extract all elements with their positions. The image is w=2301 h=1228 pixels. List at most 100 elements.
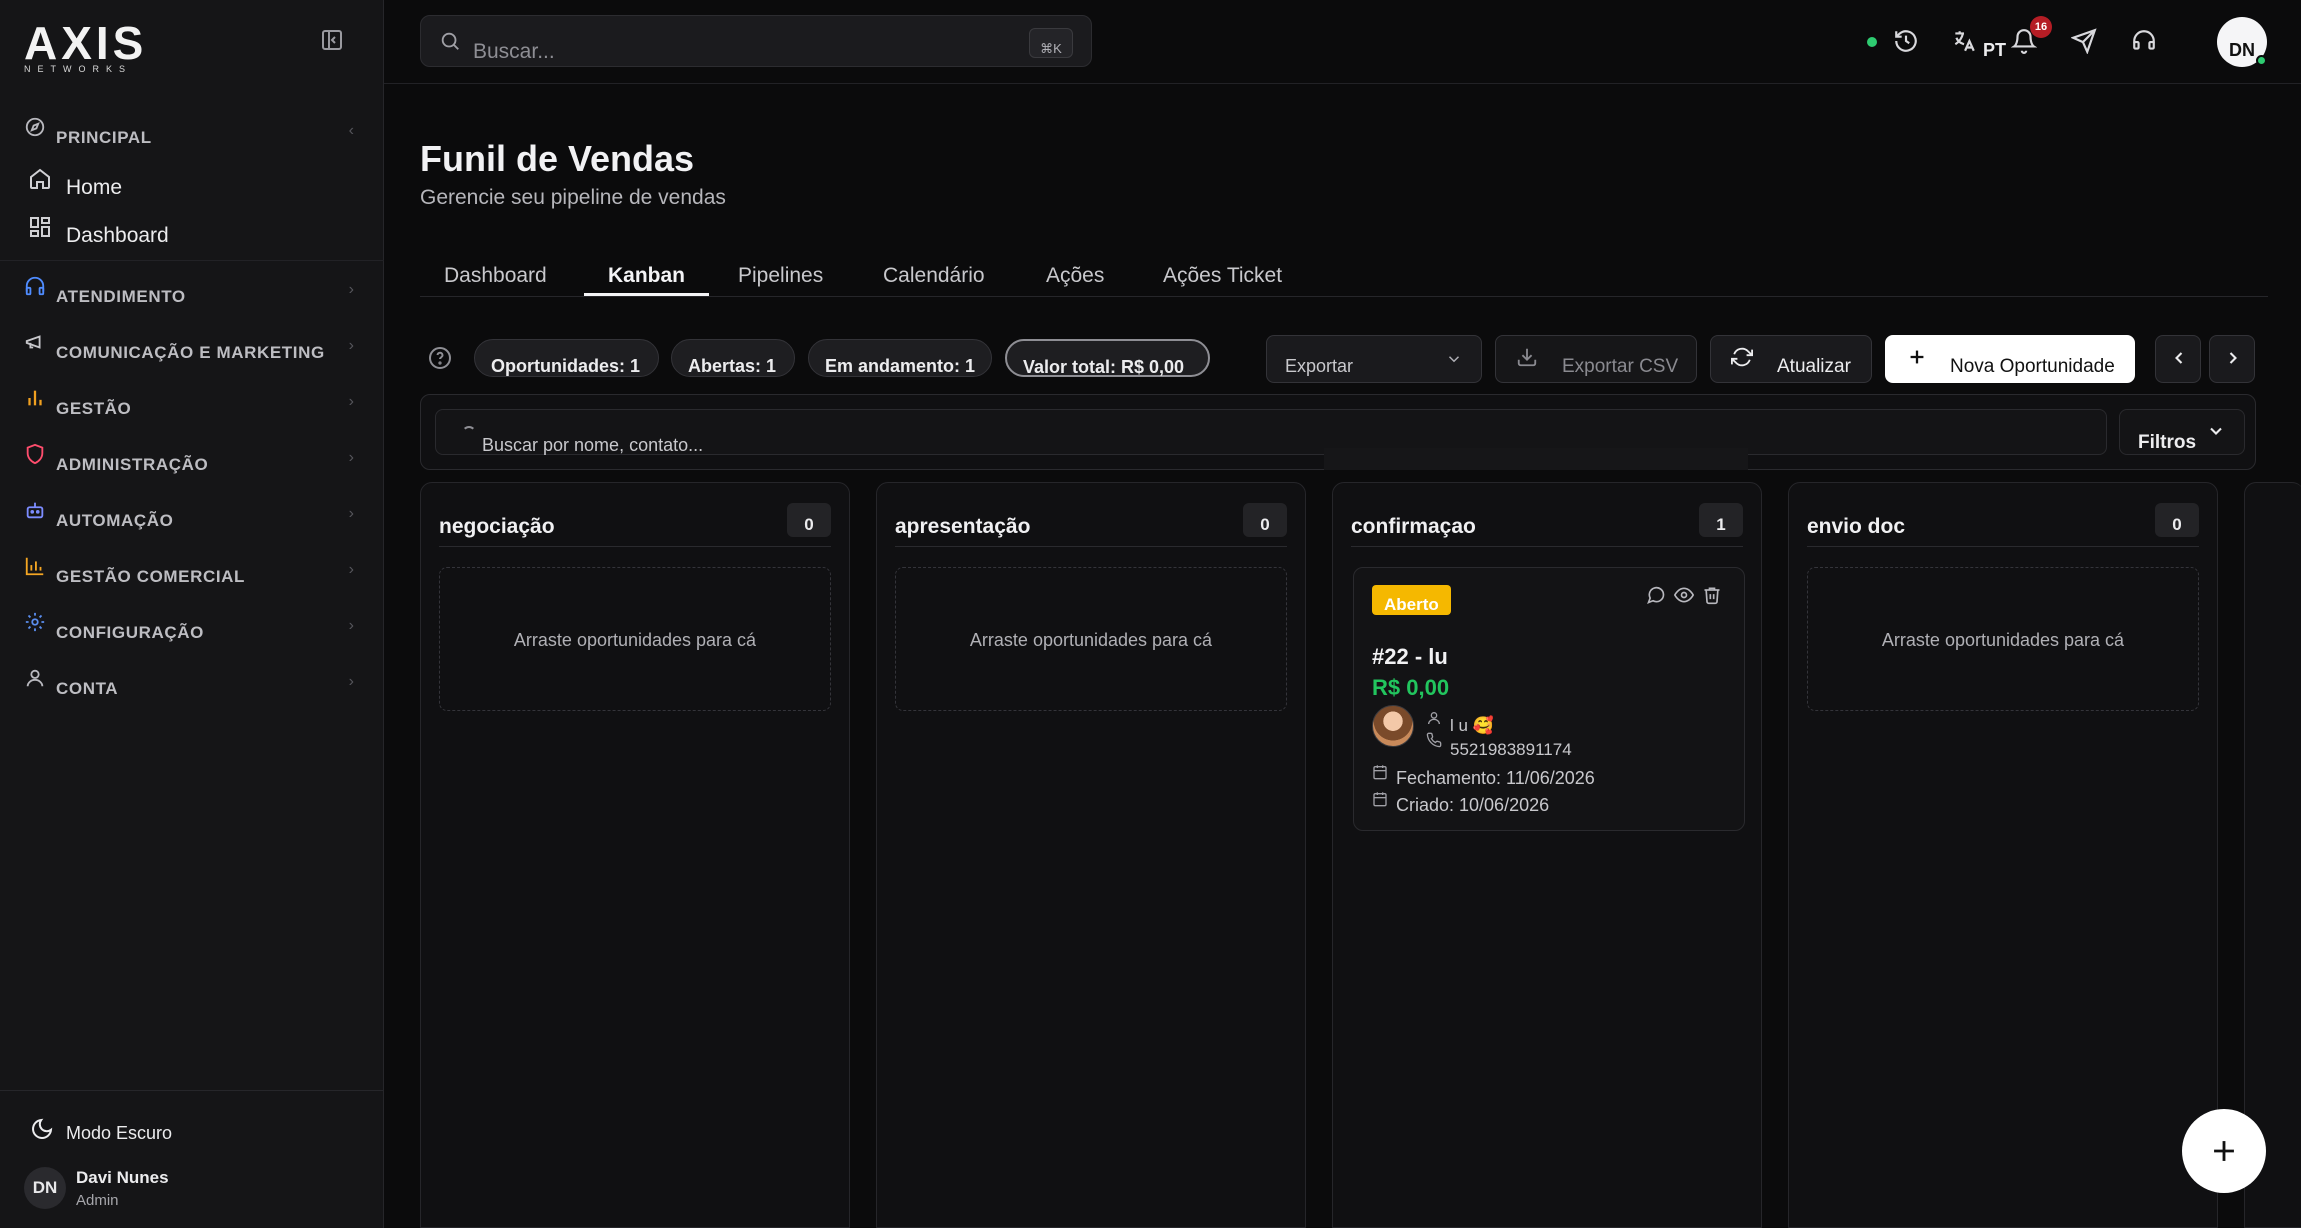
sidebar-section-label: GESTÃO COMERCIAL <box>56 567 246 586</box>
chevron-right-icon: › <box>348 393 354 410</box>
closing-date: Fechamento: 11/06/2026 <box>1396 768 1595 788</box>
help-icon[interactable] <box>428 346 452 370</box>
tab-pipelines[interactable]: Pipelines <box>738 264 823 288</box>
online-status-indicator <box>1867 37 1877 47</box>
send-icon[interactable] <box>2071 28 2097 54</box>
contact-phone-row: 5521983891174 <box>1426 732 1572 760</box>
export-select[interactable]: Exportar <box>1266 335 1482 383</box>
user-profile[interactable]: DN Davi Nunes Admin <box>24 1167 169 1209</box>
tab-acoes-ticket[interactable]: Ações Ticket <box>1163 264 1282 288</box>
sidebar-section-label: ATENDIMENTO <box>56 287 186 306</box>
chevron-down-icon <box>1448 356 1460 363</box>
panel-left-icon <box>322 30 342 50</box>
history-icon[interactable] <box>1893 28 1919 54</box>
sidebar-item-dashboard[interactable]: Dashboard <box>0 208 384 256</box>
sidebar-item-label: Home <box>66 176 123 199</box>
chevron-left-icon: ‹ <box>348 122 354 139</box>
sidebar-section-principal[interactable]: PRINCIPAL ‹ <box>0 104 384 160</box>
translate-icon[interactable] <box>1951 28 1977 54</box>
sidebar-section-configuracao[interactable]: CONFIGURAÇÃO › <box>0 599 384 655</box>
chevron-right-icon: › <box>348 281 354 298</box>
column-title: apresentação <box>895 515 1031 538</box>
dark-mode-toggle[interactable]: Modo Escuro <box>30 1113 172 1144</box>
eye-icon[interactable] <box>1674 585 1694 605</box>
sidebar-section-gestao-comercial[interactable]: GESTÃO COMERCIAL › <box>0 543 384 599</box>
tab-kanban[interactable]: Kanban <box>608 264 685 288</box>
user-name: Davi Nunes <box>76 1167 169 1187</box>
global-search[interactable]: ⌘K <box>420 15 1092 67</box>
column-dropzone[interactable]: Arraste oportunidades para cá <box>895 567 1287 711</box>
tab-dashboard[interactable]: Dashboard <box>444 264 547 288</box>
dropdown-shadow <box>1324 448 1748 470</box>
scroll-left-button[interactable] <box>2155 335 2201 383</box>
sidebar-section-label: PRINCIPAL <box>56 128 152 147</box>
logo[interactable]: AXIS NETWORKS <box>24 20 147 74</box>
headset-icon[interactable] <box>2131 28 2157 54</box>
open-count-pill: Abertas: 1 <box>671 339 795 377</box>
chevron-right-icon: › <box>348 673 354 690</box>
sidebar-section-atendimento[interactable]: ATENDIMENTO › <box>0 263 384 319</box>
column-title: confirmaçao <box>1351 515 1476 538</box>
filters-button[interactable]: Filtros <box>2119 409 2245 455</box>
opportunity-card[interactable]: Aberto #22 - lu R$ 0,00 l u 🥰 5521983891… <box>1353 567 1745 831</box>
topbar: ⌘K PT 16 DN <box>384 0 2301 84</box>
sidebar: AXIS NETWORKS PRINCIPAL ‹ Home Dashboard… <box>0 0 384 1228</box>
grid-icon <box>30 217 50 237</box>
moon-icon <box>32 1118 53 1139</box>
column-dropzone[interactable]: Arraste oportunidades para cá <box>1807 567 2199 711</box>
refresh-button[interactable]: Atualizar <box>1710 335 1872 383</box>
sidebar-principal-items: Home Dashboard <box>0 160 384 261</box>
calendar-icon <box>1373 792 1387 807</box>
language-label[interactable]: PT <box>1983 40 2006 61</box>
status-badge: Aberto <box>1372 585 1451 615</box>
tab-calendario[interactable]: Calendário <box>883 264 985 288</box>
contact-avatar <box>1372 705 1414 747</box>
sidebar-nav: PRINCIPAL ‹ Home Dashboard ATENDIMENTO ›… <box>0 104 384 711</box>
shield-icon <box>26 443 44 465</box>
user-icon <box>1428 712 1440 725</box>
new-opportunity-button[interactable]: Nova Oportunidade <box>1885 335 2135 383</box>
sidebar-section-label: CONTA <box>56 679 119 698</box>
sidebar-section-automacao[interactable]: AUTOMAÇÃO › <box>0 487 384 543</box>
column-count-badge: 0 <box>2155 503 2199 537</box>
tab-acoes[interactable]: Ações <box>1046 264 1104 288</box>
sidebar-item-home[interactable]: Home <box>0 160 384 208</box>
scroll-right-button[interactable] <box>2209 335 2255 383</box>
search-input[interactable] <box>473 37 1033 67</box>
message-icon[interactable] <box>1646 585 1666 605</box>
gear-icon <box>25 612 45 632</box>
export-select-value: Exportar <box>1285 356 1354 376</box>
bot-icon <box>26 502 44 519</box>
column-dropzone[interactable]: Arraste oportunidades para cá <box>439 567 831 711</box>
column-divider <box>1807 546 2199 547</box>
column-count-badge: 0 <box>787 503 831 537</box>
total-value-pill: Valor total: R$ 0,00 <box>1005 339 1210 377</box>
refresh-label: Atualizar <box>1777 356 1851 377</box>
logo-text: AXIS <box>24 17 148 69</box>
chevron-right-icon: › <box>348 449 354 466</box>
chevron-right-icon: › <box>348 337 354 354</box>
column-divider <box>895 546 1287 547</box>
opportunity-search[interactable] <box>435 409 2107 456</box>
sidebar-section-comunicacao[interactable]: COMUNICAÇÃO E MARKETING › <box>0 319 384 375</box>
sidebar-collapse-button[interactable] <box>320 28 348 56</box>
chevron-right-icon <box>2229 352 2237 364</box>
export-csv-button[interactable]: Exportar CSV <box>1495 335 1697 383</box>
opportunity-value: R$ 0,00 <box>1372 675 1450 700</box>
sidebar-section-label: COMUNICAÇÃO E MARKETING <box>56 343 325 362</box>
trash-icon[interactable] <box>1702 585 1722 605</box>
chevron-down-icon <box>2210 427 2222 435</box>
column-title: negociação <box>439 515 555 538</box>
chart-icon <box>25 557 44 576</box>
sidebar-section-conta[interactable]: CONTA › <box>0 655 384 711</box>
contact-phone: 5521983891174 <box>1450 740 1572 759</box>
floating-add-button[interactable] <box>2182 1109 2266 1193</box>
in-progress-count-pill: Em andamento: 1 <box>808 339 992 377</box>
page-title: Funil de Vendas <box>420 138 695 179</box>
chevron-right-icon: › <box>348 617 354 634</box>
shortcut-hint: ⌘K <box>1029 28 1073 58</box>
created-date: Criado: 10/06/2026 <box>1396 795 1550 815</box>
sidebar-section-administracao[interactable]: ADMINISTRAÇÃO › <box>0 431 384 487</box>
sidebar-section-gestao[interactable]: GESTÃO › <box>0 375 384 431</box>
opportunity-search-input[interactable] <box>482 434 1082 456</box>
